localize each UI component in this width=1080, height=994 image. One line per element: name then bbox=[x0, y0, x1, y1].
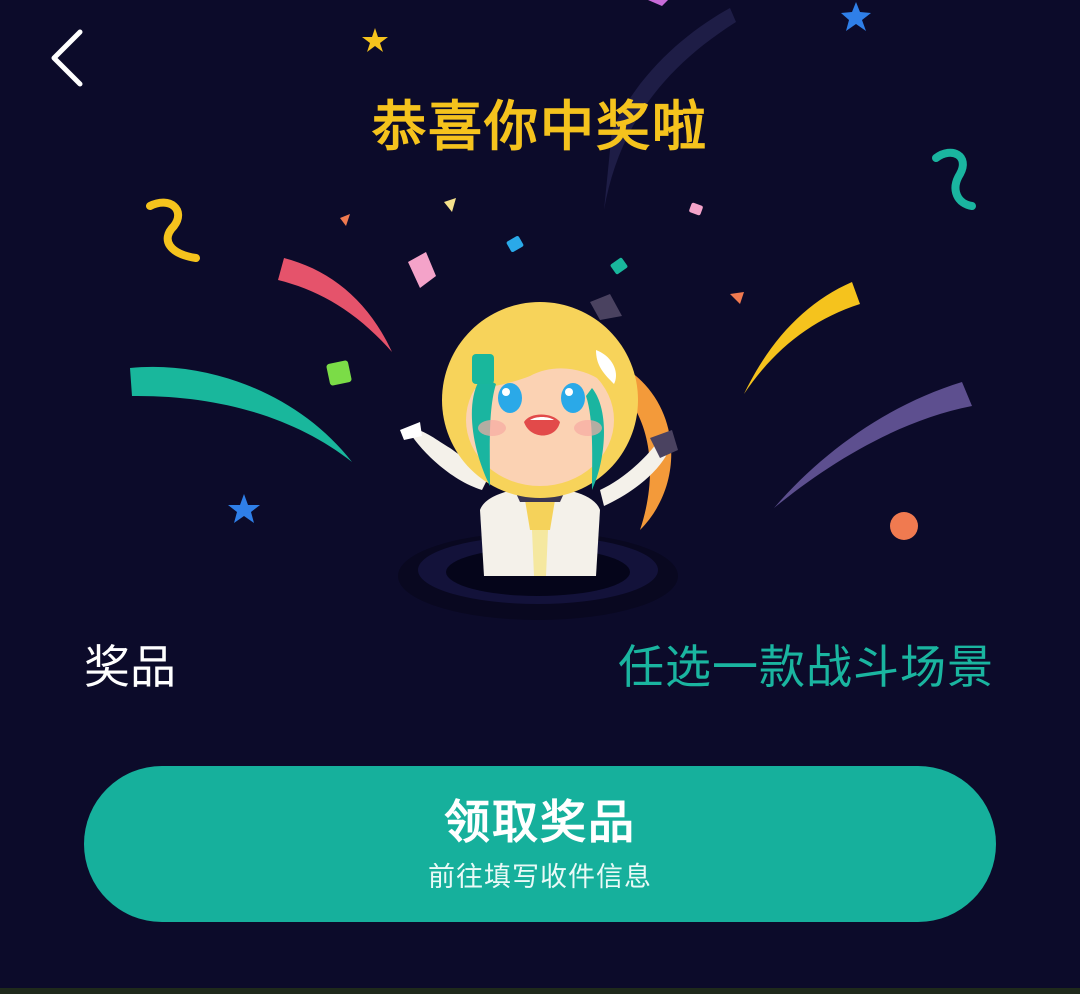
swoosh-purple-right bbox=[774, 382, 972, 508]
confetti-pink-small bbox=[689, 202, 703, 216]
swoosh-yellow-right bbox=[744, 282, 860, 394]
confetti-magenta-top bbox=[648, 0, 668, 6]
claim-button-title: 领取奖品 bbox=[444, 795, 636, 849]
prize-value: 任选一款战斗场景 bbox=[618, 640, 994, 694]
confetti-blue bbox=[506, 236, 524, 252]
bottom-edge bbox=[0, 988, 1080, 994]
claim-prize-button[interactable]: 领取奖品 前往填写收件信息 bbox=[84, 766, 996, 922]
page-title: 恭喜你中奖啦 bbox=[372, 95, 708, 158]
prize-won-screen: 恭喜你中奖啦 奖品 任选一款战斗场景 领取奖品 前往填写收件信息 bbox=[0, 0, 1080, 988]
claim-button-subtitle: 前往填写收件信息 bbox=[428, 862, 652, 893]
chevron-left-icon bbox=[51, 29, 83, 87]
swoosh-green-left bbox=[130, 366, 352, 462]
mascot-illustration bbox=[398, 294, 678, 620]
squiggle-yellow bbox=[146, 198, 200, 262]
confetti-teal bbox=[610, 257, 628, 275]
star-yellow-small bbox=[362, 28, 388, 52]
prize-row: 奖品 任选一款战斗场景 bbox=[0, 632, 1080, 702]
confetti-green-square bbox=[326, 360, 352, 386]
confetti-yellow-tri bbox=[444, 198, 456, 212]
star-blue-top-right bbox=[841, 2, 871, 31]
back-button[interactable] bbox=[38, 24, 102, 94]
confetti-orange-tri bbox=[340, 214, 350, 226]
confetti-orange-dot bbox=[890, 512, 918, 540]
star-blue-left bbox=[228, 494, 260, 523]
prize-label: 奖品 bbox=[84, 640, 176, 694]
confetti-orange-small bbox=[730, 292, 744, 304]
